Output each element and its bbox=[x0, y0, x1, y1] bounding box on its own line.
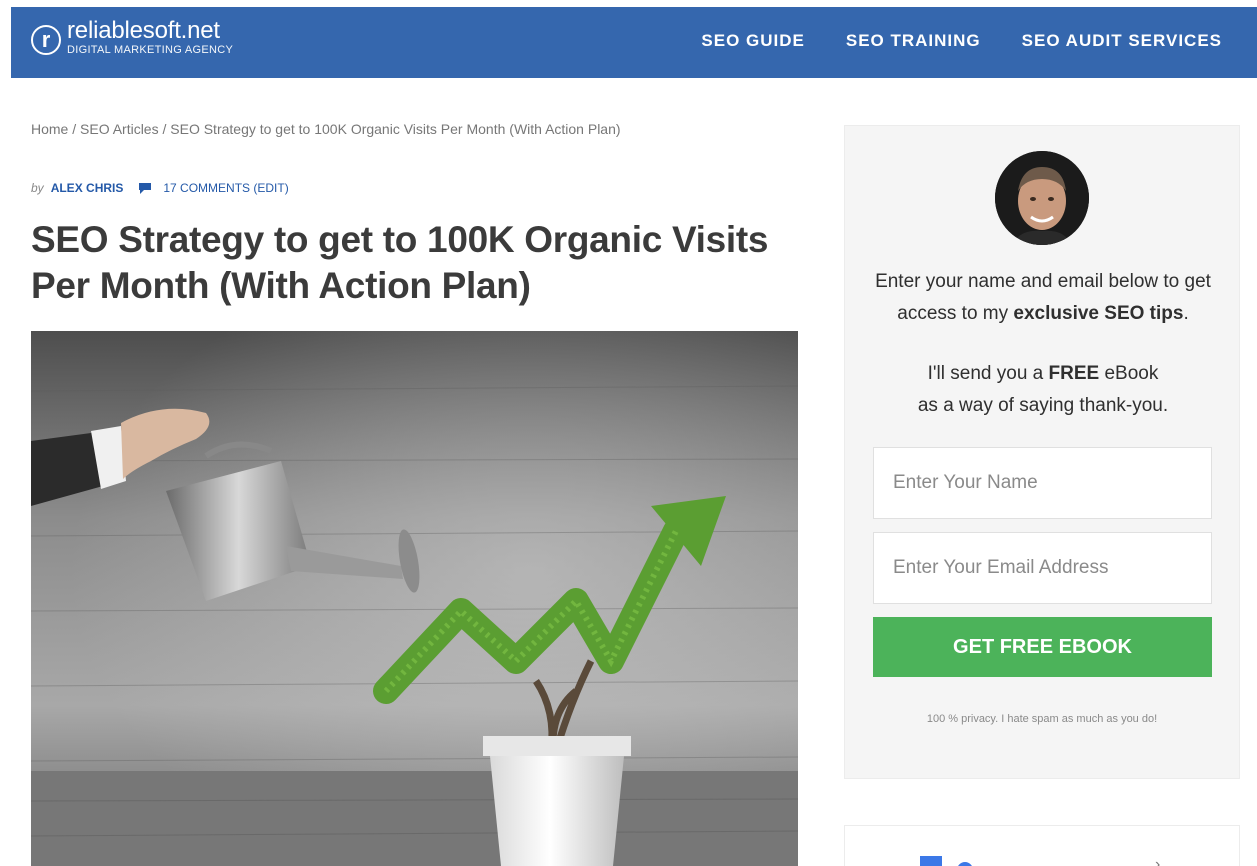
optin-offer-bold: FREE bbox=[1048, 363, 1100, 384]
logo-mark-icon: r bbox=[31, 25, 61, 55]
breadcrumb[interactable]: Home / SEO Articles / SEO Strategy to ge… bbox=[31, 121, 621, 137]
widget-logo-icon bbox=[920, 856, 942, 866]
comments-count: 17 COMMENTS (EDIT) bbox=[163, 181, 289, 195]
comments-link[interactable]: 17 COMMENTS (EDIT) bbox=[139, 181, 289, 195]
optin-lead-bold: exclusive SEO tips bbox=[1013, 303, 1184, 324]
byline: by ALEX CHRIS 17 COMMENTS (EDIT) bbox=[31, 181, 289, 195]
author-photo bbox=[995, 151, 1089, 245]
optin-lead-end: . bbox=[1183, 303, 1189, 324]
optin-offer: I'll send you a FREE eBook as a way of s… bbox=[861, 358, 1225, 422]
email-field[interactable] bbox=[873, 532, 1212, 604]
optin-box: Enter your name and email below to get a… bbox=[844, 125, 1240, 779]
optin-lead: Enter your name and email below to get a… bbox=[861, 266, 1225, 330]
logo-name: reliablesoft.net bbox=[67, 17, 220, 44]
widget-dot-icon bbox=[957, 862, 973, 866]
nav-seo-audit-services[interactable]: SEO AUDIT SERVICES bbox=[1022, 31, 1222, 51]
optin-offer-text2: eBook bbox=[1099, 363, 1159, 384]
hero-image bbox=[31, 331, 798, 866]
author-avatar bbox=[995, 151, 1089, 245]
logo-text: reliablesoft.net DIGITAL MARKETING AGENC… bbox=[67, 17, 234, 57]
byline-by: by bbox=[31, 181, 44, 195]
optin-offer-text: I'll send you a bbox=[927, 363, 1049, 384]
site-logo[interactable]: r reliablesoft.net DIGITAL MARKETING AGE… bbox=[31, 18, 233, 56]
get-free-ebook-button[interactable]: GET FREE EBOOK bbox=[873, 617, 1212, 677]
site-header: r reliablesoft.net DIGITAL MARKETING AGE… bbox=[11, 7, 1257, 78]
name-field[interactable] bbox=[873, 447, 1212, 519]
chevron-right-icon[interactable]: › bbox=[1155, 856, 1160, 866]
comment-icon bbox=[139, 182, 152, 194]
nav-seo-training[interactable]: SEO TRAINING bbox=[846, 31, 981, 51]
logo-tagline: DIGITAL MARKETING AGENCY bbox=[67, 44, 234, 56]
nav-seo-guide[interactable]: SEO GUIDE bbox=[701, 31, 804, 51]
main-nav: SEO GUIDE SEO TRAINING SEO AUDIT SERVICE… bbox=[701, 31, 1222, 51]
privacy-note: 100 % privacy. I hate spam as much as yo… bbox=[926, 713, 1158, 725]
article-title: SEO Strategy to get to 100K Organic Visi… bbox=[31, 219, 769, 306]
sidebar-widget: › bbox=[844, 825, 1240, 866]
author-link[interactable]: ALEX CHRIS bbox=[51, 181, 124, 195]
optin-offer-line2: as a way of saying thank-you. bbox=[917, 395, 1169, 416]
watering-can-growth-illustration bbox=[31, 331, 798, 866]
